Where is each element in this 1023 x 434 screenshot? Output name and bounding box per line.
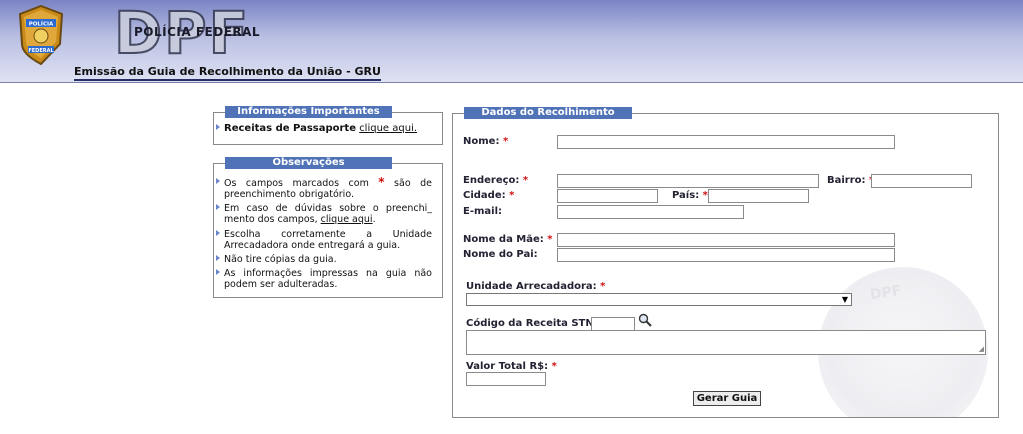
endereco-input[interactable]: [557, 174, 819, 188]
pai-input[interactable]: [557, 248, 895, 262]
obs-item-text: As informações impressas na guia não pod…: [224, 268, 432, 290]
badge-bottom-text: FEDERAL: [28, 48, 54, 54]
valor-input[interactable]: [466, 372, 546, 386]
endereco-label: Endereço: *: [463, 175, 529, 186]
cidade-label: Cidade: *: [463, 190, 515, 201]
logo-subtitle: POLÍCIA FEDERAL: [134, 25, 261, 39]
codigo-input[interactable]: [591, 317, 635, 331]
pai-label: Nome do Pai:: [463, 249, 538, 260]
bullet-arrow-icon: [216, 204, 220, 210]
observations-legend: Observações: [225, 157, 392, 169]
list-item: Escolha corretamente a Unidade Arrecadad…: [216, 229, 432, 251]
obs-item-text: Não tire cópias da guia.: [224, 254, 337, 265]
pais-input[interactable]: [708, 189, 809, 203]
bullet-arrow-icon: [216, 269, 220, 275]
list-item: Não tire cópias da guia.: [216, 254, 432, 265]
help-click-here-link[interactable]: clique aqui: [321, 214, 373, 225]
unidade-label: Unidade Arrecadadora: *: [466, 281, 606, 292]
codigo-label: Código da Receita STN: *: [466, 318, 606, 329]
watermark-text: DPF: [869, 282, 903, 304]
bullet-arrow-icon: [216, 124, 220, 130]
required-star: *: [378, 175, 385, 189]
obs-item-text: Escolha corretamente a Unidade Arrecadad…: [224, 229, 432, 251]
unidade-select[interactable]: ▼: [466, 293, 852, 306]
list-item: Os campos marcados com * são de preenchi…: [216, 175, 432, 200]
info-box: Informações Importantes Receitas de Pass…: [213, 106, 443, 145]
valor-label: Valor Total R$: *: [466, 361, 557, 372]
badge-top-text: POLÍCIA: [29, 20, 54, 28]
nome-input[interactable]: [557, 135, 895, 149]
bullet-arrow-icon: [216, 230, 220, 236]
passport-receipts-label: Receitas de Passaporte: [224, 123, 356, 134]
bullet-arrow-icon: [216, 255, 220, 261]
cidade-input[interactable]: [557, 189, 658, 203]
observations-box: Observações Os campos marcados com * são…: [213, 157, 443, 298]
receita-description-area[interactable]: ◢: [466, 330, 986, 355]
list-item: As informações impressas na guia não pod…: [216, 268, 432, 290]
obs-item-text: .: [372, 214, 376, 225]
mae-input[interactable]: [557, 233, 895, 247]
passport-click-here-link[interactable]: clique aqui.: [359, 123, 417, 134]
search-icon[interactable]: [638, 313, 652, 327]
chevron-down-icon: ▼: [841, 295, 848, 304]
list-item: Receitas de Passaporte clique aqui.: [216, 123, 434, 134]
list-item: Em caso de dúvidas sobre o preenchi_ men…: [216, 203, 432, 225]
nome-label: Nome: *: [463, 136, 509, 147]
resize-handle-icon[interactable]: ◢: [979, 346, 984, 353]
obs-item-text: Os campos marcados com: [224, 178, 369, 189]
bullet-arrow-icon: [216, 178, 220, 184]
form-legend: Dados do Recolhimento: [464, 107, 632, 119]
mae-label: Nome da Mãe: *: [463, 234, 553, 245]
bairro-input[interactable]: [871, 174, 972, 188]
email-label: E-mail:: [463, 206, 503, 217]
generate-guide-button[interactable]: Gerar Guia: [693, 391, 761, 406]
header-banner: POLÍCIA FEDERAL DPF POLÍCIA FEDERAL Emis…: [0, 0, 1023, 83]
pais-label: País: *: [672, 190, 708, 201]
police-badge-icon: POLÍCIA FEDERAL: [18, 4, 64, 66]
email-input[interactable]: [557, 205, 744, 219]
page-title: Emissão da Guia de Recolhimento da União…: [74, 65, 381, 81]
info-box-legend: Informações Importantes: [225, 106, 392, 118]
bairro-label: Bairro: *: [827, 175, 874, 186]
